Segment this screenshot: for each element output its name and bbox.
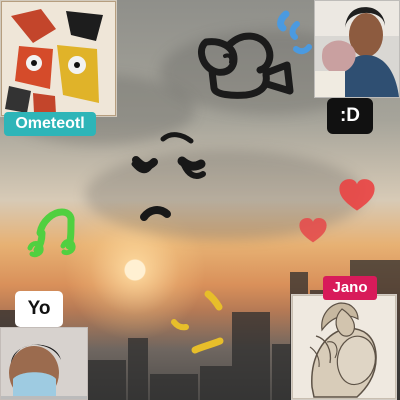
participant-tile-jano[interactable] — [291, 294, 397, 400]
blue-dots-doodle — [277, 10, 312, 55]
heart-doodle-icon — [339, 179, 375, 211]
yellow-scribble-doodle — [171, 290, 224, 354]
participant-tile-yo[interactable] — [0, 327, 88, 400]
participant-name-label: Jano — [323, 276, 377, 300]
participant-name-label: Ometeotl — [4, 112, 96, 136]
participant-tile-ometeotl[interactable] — [0, 0, 117, 117]
music-note-doodle-icon — [27, 208, 76, 258]
person-video-feed — [1, 328, 87, 399]
heart-doodle-icon — [299, 217, 327, 243]
face-doodle — [131, 132, 206, 221]
building — [128, 338, 148, 400]
codex-illustration — [1, 1, 116, 116]
building — [150, 374, 198, 400]
participant-name-label: Yo — [15, 291, 63, 327]
engraving-illustration — [292, 295, 396, 399]
building — [200, 366, 232, 400]
participant-name-label: :D — [327, 98, 373, 134]
